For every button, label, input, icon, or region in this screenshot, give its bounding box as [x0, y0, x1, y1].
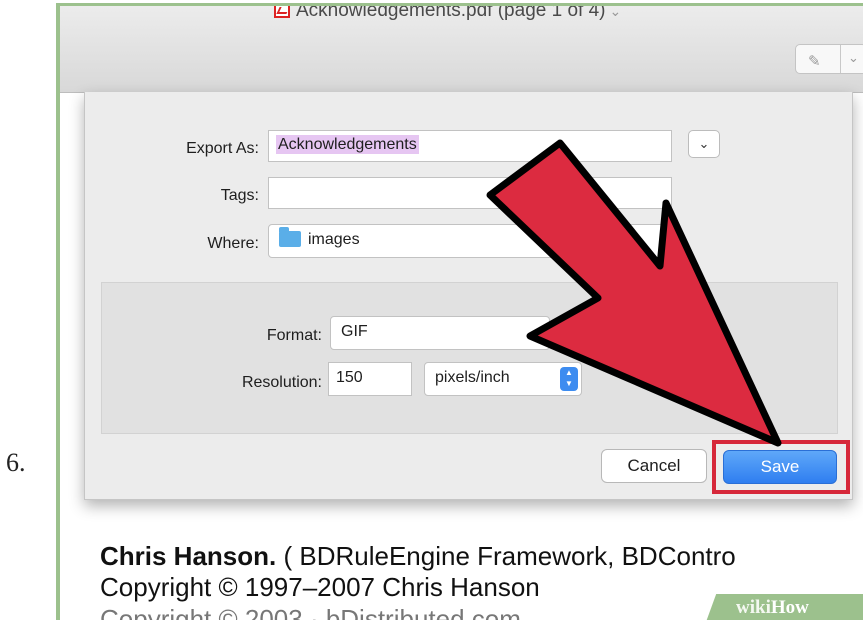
annotation-arrow	[486, 139, 782, 447]
step-number: 6.	[6, 448, 26, 477]
annotation-arrow-shape	[486, 139, 782, 447]
screenshot-frame: Acknowledgements.pdf (page 1 of 4) ⌄ ✎ ⌄ …	[56, 3, 863, 620]
